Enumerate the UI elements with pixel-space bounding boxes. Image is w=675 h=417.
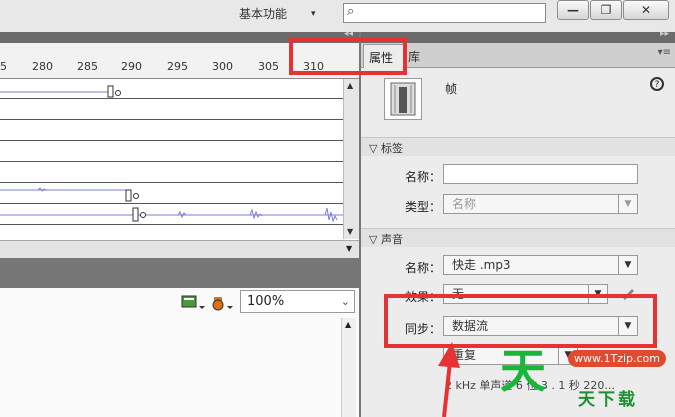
restore-button[interactable]: ❐	[590, 0, 622, 20]
layer-row[interactable]	[0, 142, 343, 162]
frame-name-label: 名称：	[405, 170, 442, 184]
highlight-properties-tab	[289, 38, 407, 75]
sound-name-label: 名称：	[405, 261, 442, 275]
ruler-tick: 290	[121, 60, 142, 73]
sound-name-value: 快走 .mp3	[452, 258, 511, 272]
section-sound-title: ▽ 声音	[369, 233, 403, 246]
expand-arrows-icon[interactable]: ▸▸	[660, 29, 669, 39]
frame-icon	[384, 78, 422, 120]
chevron-down-icon: ⌄	[340, 295, 350, 308]
properties-panel-header: ▸▸	[361, 29, 675, 43]
ruler-tick: 5	[0, 60, 7, 73]
layer-row[interactable]	[0, 121, 343, 141]
layer-row[interactable]	[0, 205, 343, 225]
layer-row[interactable]	[0, 163, 343, 183]
stage-scrollbar[interactable]: ▲	[341, 318, 356, 417]
search-icon: ⌕	[347, 4, 355, 19]
help-search-input[interactable]: ⌕	[343, 3, 546, 23]
zoom-select[interactable]: 100% ⌄	[240, 290, 355, 313]
section-label-header[interactable]: ▽ 标签	[361, 137, 675, 156]
close-button[interactable]: ✕	[623, 0, 669, 20]
watermark-logo: 天	[500, 344, 546, 398]
layer-row[interactable]	[0, 79, 343, 99]
workspace-switcher[interactable]: 基本功能	[239, 5, 287, 22]
tab-library[interactable]: 库	[408, 48, 420, 65]
ruler-tick: 285	[77, 60, 98, 73]
layer-row[interactable]	[0, 226, 343, 240]
ruler-tick: 305	[258, 60, 279, 73]
section-sound-header[interactable]: ▽ 声音	[361, 228, 675, 247]
sound-waveform	[0, 187, 139, 202]
stage-tools	[181, 295, 233, 311]
sound-waveform	[0, 207, 343, 223]
label-type-select[interactable]: 名称 ▼	[443, 194, 638, 214]
scroll-up-icon[interactable]: ▲	[347, 81, 353, 90]
minimize-button[interactable]: —	[557, 0, 589, 20]
edit-scene-icon[interactable]	[181, 295, 205, 309]
help-icon[interactable]: ?	[650, 77, 664, 91]
ruler-tick: 280	[32, 60, 53, 73]
layer-row[interactable]	[0, 100, 343, 120]
edit-symbols-icon[interactable]	[212, 297, 233, 311]
chevron-down-icon: ▼	[618, 256, 637, 274]
frame-film-icon	[390, 82, 416, 116]
label-type-label: 类型：	[405, 200, 442, 214]
panel-menu-icon[interactable]: ▾≡	[658, 47, 671, 58]
watermark-url: www.1Tzip.com	[568, 350, 666, 367]
watermark-brand: 天下载	[578, 390, 638, 410]
workspace-dropdown-icon[interactable]: ▾	[311, 9, 316, 19]
zoom-value: 100%	[247, 294, 285, 309]
layer-row[interactable]	[0, 184, 343, 204]
ruler-tick: 295	[167, 60, 188, 73]
ruler-tick: 300	[212, 60, 233, 73]
annotation-arrow	[438, 342, 460, 417]
sound-name-select[interactable]: 快走 .mp3 ▼	[443, 255, 638, 275]
element-type-label: 帧	[445, 82, 458, 96]
scroll-down-icon[interactable]: ▼	[347, 227, 353, 236]
section-label-title: ▽ 标签	[369, 142, 403, 155]
chevron-down-icon: ▼	[618, 195, 637, 213]
sound-waveform	[0, 85, 121, 98]
timeline-horizontal-scrollbar[interactable]: ▼	[0, 240, 359, 258]
timeline-vertical-scrollbar[interactable]: ▲ ▼	[343, 79, 359, 239]
scroll-up-icon[interactable]: ▲	[345, 320, 351, 329]
label-type-value: 名称	[452, 197, 477, 211]
scroll-down-icon[interactable]: ▼	[346, 244, 352, 253]
frame-name-input[interactable]	[443, 164, 638, 184]
panel-divider	[0, 258, 359, 288]
